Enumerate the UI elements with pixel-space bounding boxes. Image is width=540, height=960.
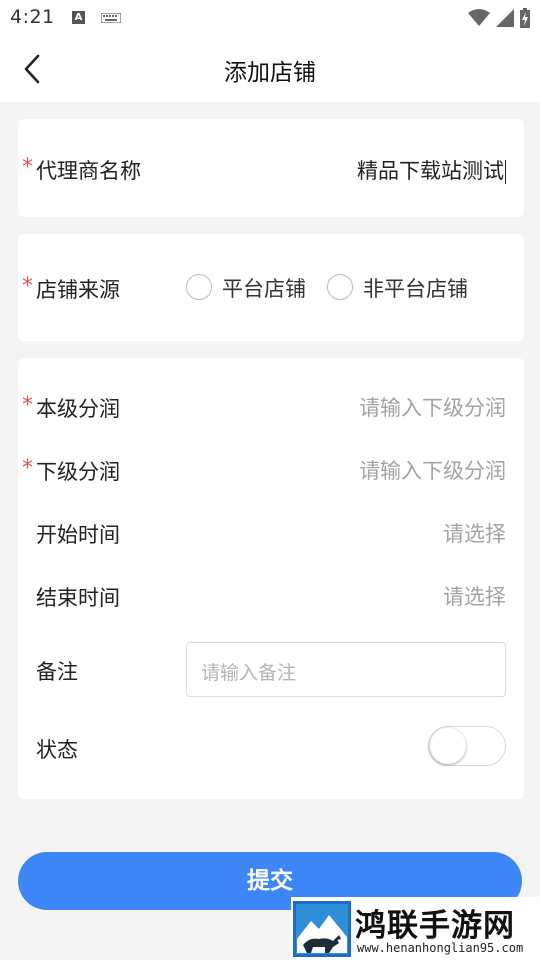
required-mark: * — [22, 274, 33, 299]
radio-label-platform[interactable]: 平台店铺 — [222, 273, 306, 303]
status-time: 4:21 — [10, 6, 55, 28]
remark-field[interactable]: 请输入备注 — [186, 642, 506, 697]
required-mark: * — [22, 155, 33, 180]
a-badge-icon: A — [72, 11, 85, 24]
remark-placeholder: 请输入备注 — [201, 662, 297, 684]
start-time-picker[interactable]: 请选择 — [443, 518, 506, 548]
agent-name-label: 代理商名称 — [36, 159, 141, 183]
store-source-label: 店铺来源 — [36, 278, 120, 302]
agent-name-card: * 代理商名称 精品下载站测试 — [18, 119, 524, 217]
details-card: * 本级分润 请输入下级分润 * 下级分润 请输入下级分润 开始时间 请选择 结… — [18, 358, 524, 799]
required-mark: * — [22, 456, 33, 481]
sub-share-label: 下级分润 — [36, 460, 120, 484]
required-mark: * — [22, 393, 33, 418]
radio-circle-icon[interactable] — [327, 274, 353, 300]
keyboard-icon — [101, 13, 121, 23]
radio-circle-icon[interactable] — [186, 274, 212, 300]
sub-share-input[interactable]: 请输入下级分润 — [359, 455, 506, 485]
agent-name-input[interactable]: 精品下载站测试 — [357, 155, 506, 185]
own-share-label: 本级分润 — [36, 397, 120, 421]
agent-name-value: 精品下载站测试 — [357, 159, 504, 183]
toggle-knob — [430, 728, 466, 764]
store-source-card: * 店铺来源 平台店铺 非平台店铺 — [18, 234, 524, 341]
text-cursor — [505, 160, 506, 184]
watermark-url: www.henanhonglian95.com — [357, 941, 524, 955]
watermark-logo-icon — [293, 901, 351, 957]
battery-charging-icon — [520, 8, 530, 28]
radio-label-non-platform[interactable]: 非平台店铺 — [363, 273, 468, 303]
watermark: 鸿联手游网 www.henanhonglian95.com — [291, 897, 540, 960]
status-label: 状态 — [36, 738, 78, 762]
remark-label: 备注 — [36, 660, 78, 684]
nav-bar: 添加店铺 — [0, 36, 540, 102]
own-share-input[interactable]: 请输入下级分润 — [359, 392, 506, 422]
page-title: 添加店铺 — [224, 60, 316, 86]
signal-icon — [496, 9, 514, 27]
end-time-label: 结束时间 — [36, 586, 120, 610]
start-time-label: 开始时间 — [36, 523, 120, 547]
status-toggle[interactable] — [428, 726, 506, 766]
wifi-icon — [468, 9, 490, 26]
status-bar: 4:21 A — [0, 0, 540, 36]
end-time-picker[interactable]: 请选择 — [443, 581, 506, 611]
watermark-title: 鸿联手游网 — [355, 908, 515, 944]
